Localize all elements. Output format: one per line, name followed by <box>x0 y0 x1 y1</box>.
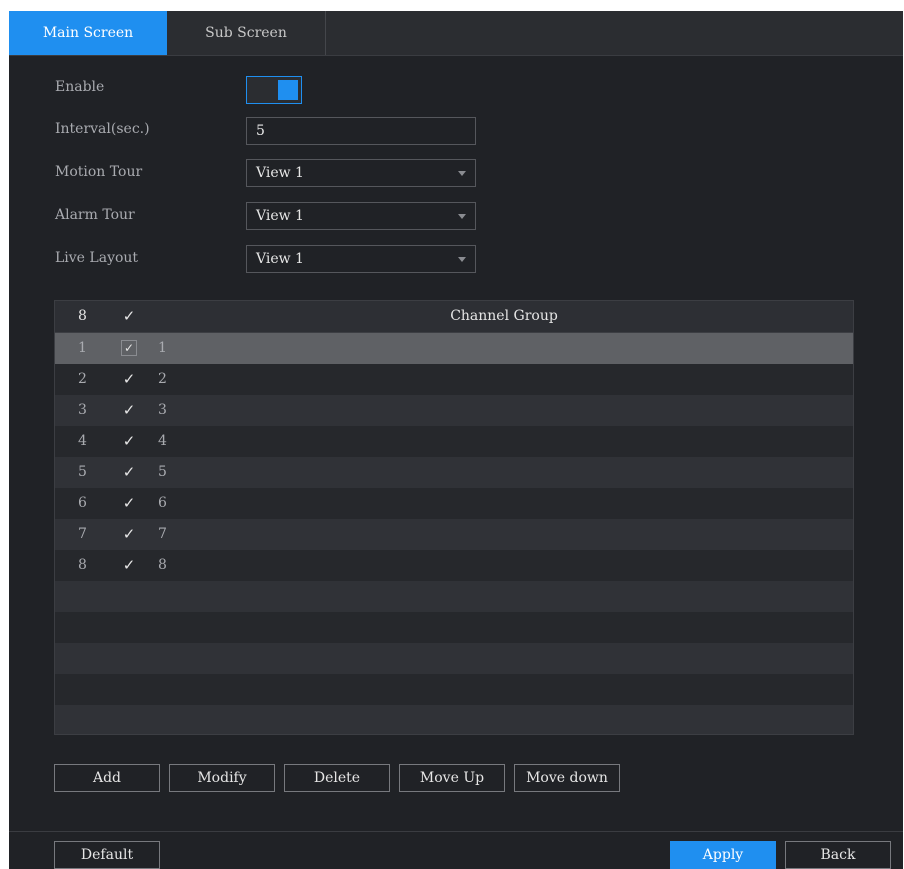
row-number: 4 <box>78 433 87 449</box>
row-checkbox[interactable]: ✓ <box>121 526 137 542</box>
tab-sub-screen[interactable]: Sub Screen <box>167 11 326 55</box>
tab-bar: Main Screen Sub Screen <box>9 11 903 56</box>
empty-row <box>55 612 853 643</box>
table-row[interactable]: 3 ✓ 3 <box>55 395 853 426</box>
live-layout-label: Live Layout <box>55 250 139 266</box>
row-number: 3 <box>78 402 87 418</box>
motion-tour-label: Motion Tour <box>55 164 143 180</box>
live-layout-select[interactable]: View 1 <box>246 245 476 273</box>
display-settings-panel: Main Screen Sub Screen Enable Interval(s… <box>9 11 903 869</box>
chevron-down-icon <box>458 171 466 176</box>
empty-row <box>55 643 853 674</box>
top-strip <box>0 0 904 11</box>
row-checkbox[interactable]: ✓ <box>121 402 137 418</box>
table-row[interactable]: 6 ✓ 6 <box>55 488 853 519</box>
header-count: 8 <box>78 308 87 324</box>
enable-toggle[interactable] <box>246 76 302 104</box>
row-number: 6 <box>78 495 87 511</box>
default-button[interactable]: Default <box>54 841 160 869</box>
table-header: 8 ✓ Channel Group <box>55 301 853 333</box>
interval-input[interactable]: 5 <box>246 117 476 145</box>
motion-tour-value: View 1 <box>256 165 304 181</box>
live-layout-value: View 1 <box>256 251 304 267</box>
row-checkbox[interactable]: ✓ <box>121 433 137 449</box>
select-all-checkbox[interactable]: ✓ <box>121 308 137 324</box>
table-row[interactable]: 5 ✓ 5 <box>55 457 853 488</box>
table-row[interactable]: 8 ✓ 8 <box>55 550 853 581</box>
empty-row <box>55 674 853 705</box>
row-number: 1 <box>78 340 87 356</box>
header-channel-group: Channel Group <box>450 308 558 324</box>
row-checkbox[interactable]: ✓ <box>121 340 137 356</box>
move-down-button[interactable]: Move down <box>514 764 620 792</box>
motion-tour-select[interactable]: View 1 <box>246 159 476 187</box>
row-number: 7 <box>78 526 87 542</box>
enable-label: Enable <box>55 79 105 95</box>
row-checkbox[interactable]: ✓ <box>121 495 137 511</box>
row-channel-group: 4 <box>158 433 167 449</box>
channel-group-table: 8 ✓ Channel Group 1 ✓ 1 2 ✓ 2 3 ✓ 3 4 ✓ … <box>54 300 854 735</box>
row-channel-group: 7 <box>158 526 167 542</box>
table-row[interactable]: 1 ✓ 1 <box>55 333 853 364</box>
row-checkbox[interactable]: ✓ <box>121 557 137 573</box>
back-button[interactable]: Back <box>785 841 891 869</box>
table-row[interactable]: 7 ✓ 7 <box>55 519 853 550</box>
row-channel-group: 5 <box>158 464 167 480</box>
tab-main-screen[interactable]: Main Screen <box>9 11 167 55</box>
table-row[interactable]: 2 ✓ 2 <box>55 364 853 395</box>
chevron-down-icon <box>458 214 466 219</box>
row-number: 5 <box>78 464 87 480</box>
toggle-knob <box>278 80 298 100</box>
row-checkbox[interactable]: ✓ <box>121 371 137 387</box>
empty-row <box>55 581 853 612</box>
alarm-tour-value: View 1 <box>256 208 304 224</box>
alarm-tour-select[interactable]: View 1 <box>246 202 476 230</box>
row-channel-group: 6 <box>158 495 167 511</box>
modify-button[interactable]: Modify <box>169 764 275 792</box>
add-button[interactable]: Add <box>54 764 160 792</box>
row-checkbox[interactable]: ✓ <box>121 464 137 480</box>
delete-button[interactable]: Delete <box>284 764 390 792</box>
footer-divider <box>9 831 903 832</box>
move-up-button[interactable]: Move Up <box>399 764 505 792</box>
interval-label: Interval(sec.) <box>55 121 150 137</box>
row-number: 2 <box>78 371 87 387</box>
row-channel-group: 1 <box>158 340 167 356</box>
row-channel-group: 2 <box>158 371 167 387</box>
row-number: 8 <box>78 557 87 573</box>
chevron-down-icon <box>458 257 466 262</box>
empty-row <box>55 705 853 734</box>
alarm-tour-label: Alarm Tour <box>55 207 135 223</box>
apply-button[interactable]: Apply <box>670 841 776 869</box>
table-row[interactable]: 4 ✓ 4 <box>55 426 853 457</box>
row-channel-group: 3 <box>158 402 167 418</box>
row-channel-group: 8 <box>158 557 167 573</box>
